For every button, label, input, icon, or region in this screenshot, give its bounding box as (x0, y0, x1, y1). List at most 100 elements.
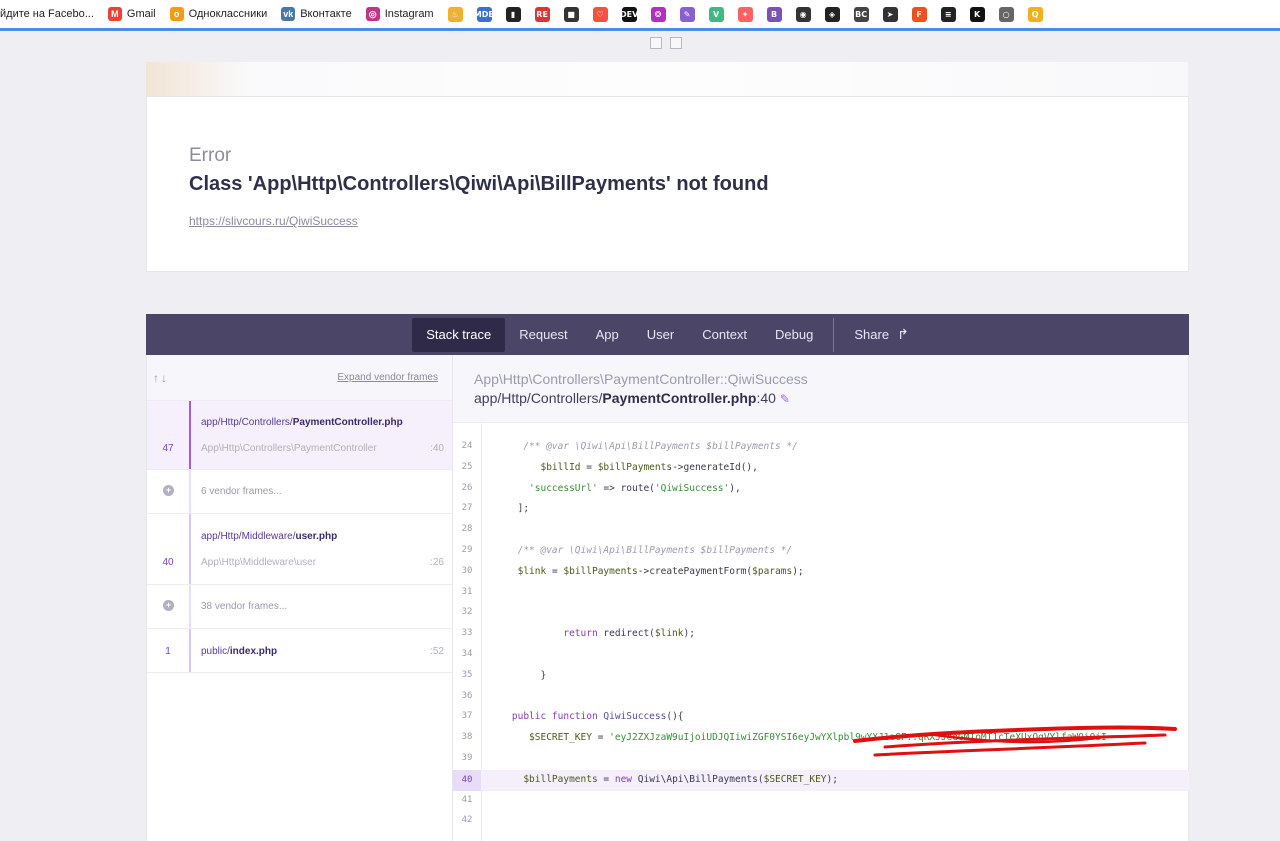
vue-icon[interactable]: V (708, 6, 724, 22)
code-line: 27 ]; (453, 499, 1189, 520)
lamp-icon[interactable]: ♨ (447, 6, 463, 22)
bookmark-instagram[interactable]: ◎ Instagram (365, 7, 434, 21)
tab-stack-trace[interactable]: Stack trace (412, 317, 506, 352)
tab-user[interactable]: User (633, 318, 688, 352)
mdb-icon[interactable]: MDB (474, 6, 494, 22)
vendor-frames-label: 38 vendor frames... (201, 601, 288, 612)
code-text: $billPayments = new Qiwi\Api\BillPayment… (523, 773, 838, 785)
bookmark-odnoklassniki[interactable]: o Одноклассники (169, 7, 267, 21)
error-url-link[interactable]: https://slivcours.ru/QiwiSuccess (189, 214, 358, 228)
line-number[interactable]: 34 (453, 649, 481, 659)
stack-frame[interactable]: 1 public/index.php :52 (147, 629, 452, 673)
browser-accent-line (0, 28, 1280, 31)
error-label: Error (189, 145, 232, 166)
line-number[interactable]: 37 (453, 711, 481, 721)
odnoklassniki-icon: o (169, 7, 184, 21)
vendor-frames-toggle[interactable]: + 38 vendor frames... (147, 585, 452, 629)
code-line: 29 /** @var \Qiwi\Api\BillPayments $bill… (453, 541, 1189, 562)
line-number[interactable]: 40 (453, 769, 481, 791)
repo-icon[interactable]: RE (534, 6, 550, 22)
line-number[interactable]: 25 (453, 462, 481, 472)
line-number[interactable]: 26 (453, 483, 481, 493)
frame-marker (189, 629, 191, 672)
dev-icon[interactable]: DEV (620, 6, 638, 22)
share-label: Share (854, 327, 890, 342)
code-line: 31 (453, 583, 1189, 604)
gmail-icon: M (107, 7, 122, 21)
code-text: ]; (489, 503, 530, 515)
frame-line: :52 (430, 646, 444, 657)
report-tabs: Stack trace Request App User Context Deb… (146, 314, 1189, 355)
feather-icon[interactable]: ✎ (679, 6, 695, 22)
book-icon[interactable]: ▮ (505, 6, 521, 22)
redaction-scribble (853, 725, 1177, 757)
frame-class: App\Http\Middleware\user (201, 557, 317, 568)
tab-context[interactable]: Context (688, 318, 761, 352)
line-number[interactable]: 38 (453, 732, 481, 742)
edit-pencil-icon[interactable]: ✎ (780, 392, 790, 406)
broken-image-icon (650, 37, 662, 49)
bookmark-label: Instagram (384, 8, 434, 20)
line-number[interactable]: 29 (453, 545, 481, 555)
line-number[interactable]: 31 (453, 587, 481, 597)
expand-vendor-frames-link[interactable]: Expand vendor frames (337, 372, 438, 383)
k-icon[interactable]: K (969, 6, 985, 22)
chat-icon[interactable]: ○ (998, 6, 1014, 22)
line-number[interactable]: 35 (453, 670, 481, 680)
figma-icon[interactable]: F (911, 6, 927, 22)
frame-class: App\Http\Controllers\PaymentController (201, 443, 377, 454)
vendor-frames-label: 6 vendor frames... (201, 486, 282, 497)
broken-images (650, 37, 682, 49)
code-line: 34 (453, 645, 1189, 666)
frame-line: :40 (430, 443, 444, 454)
sort-arrows-icon[interactable]: ↑↓ (153, 371, 169, 385)
frame-marker (189, 585, 191, 628)
bc-icon[interactable]: BC (853, 6, 869, 22)
stack-frame[interactable]: 47 app/Http/Controllers/PaymentControlle… (147, 401, 452, 470)
bootstrap-icon[interactable]: B (766, 6, 782, 22)
line-number[interactable]: 33 (453, 628, 481, 638)
bookmark-facebook[interactable]: йдите на Facebo... (0, 8, 94, 20)
figma-grid-icon[interactable]: ✦ (737, 6, 753, 22)
frame-file: app/Http/Middleware/user.php (201, 531, 338, 542)
bookmark-gmail[interactable]: M Gmail (107, 7, 156, 21)
code-lines: 24 /** @var \Qiwi\Api\BillPayments $bill… (453, 437, 1189, 832)
frame-line: :26 (430, 557, 444, 568)
tab-app[interactable]: App (582, 318, 633, 352)
code-text: 'successUrl' => route('QiwiSuccess'), (529, 482, 741, 494)
line-number[interactable]: 32 (453, 607, 481, 617)
tab-request[interactable]: Request (505, 318, 581, 352)
line-number[interactable]: 30 (453, 566, 481, 576)
code-line: 42 (453, 811, 1189, 832)
tab-debug[interactable]: Debug (761, 318, 827, 352)
telegram-icon[interactable]: ➤ (882, 6, 898, 22)
line-number[interactable]: 39 (453, 753, 481, 763)
bookmark-vk[interactable]: vk Вконтакте (281, 7, 352, 21)
code-text: $link = $billPayments->createPaymentForm… (517, 565, 804, 577)
line-number[interactable]: 41 (453, 795, 481, 805)
line-number[interactable]: 36 (453, 691, 481, 701)
layers-icon[interactable]: ≡ (940, 6, 956, 22)
stack-frame[interactable]: 40 app/Http/Middleware/user.php App\Http… (147, 514, 452, 585)
codepen-icon[interactable]: ◈ (824, 6, 840, 22)
line-number[interactable]: 27 (453, 503, 481, 513)
code-line: 32 (453, 603, 1189, 624)
share-arrow-icon: ↱ (897, 326, 909, 342)
line-number[interactable]: 24 (453, 441, 481, 451)
line-number[interactable]: 28 (453, 524, 481, 534)
square-icon[interactable]: ■ (563, 6, 579, 22)
instagram-icon: ◎ (365, 7, 380, 21)
code-line: 36 (453, 687, 1189, 708)
plus-circle-icon: + (163, 485, 174, 496)
globe-icon[interactable]: ◉ (795, 6, 811, 22)
q-icon[interactable]: Q (1027, 6, 1043, 22)
bookmarks-bar: йдите на Facebo... M Gmail o Одноклассники vk… (0, 0, 1280, 28)
laravel-icon[interactable]: ♡ (592, 6, 608, 22)
balloon-icon[interactable]: ❂ (650, 6, 666, 22)
line-number[interactable]: 42 (453, 815, 481, 825)
vendor-frames-toggle[interactable]: + 6 vendor frames... (147, 470, 452, 514)
frame-number: 47 (162, 443, 174, 454)
frame-path: app/Http/Controllers/PaymentController.p… (474, 390, 790, 406)
share-button[interactable]: Share ↱ (840, 318, 922, 352)
code-line: 40 $billPayments = new Qiwi\Api\BillPaym… (453, 769, 1189, 791)
